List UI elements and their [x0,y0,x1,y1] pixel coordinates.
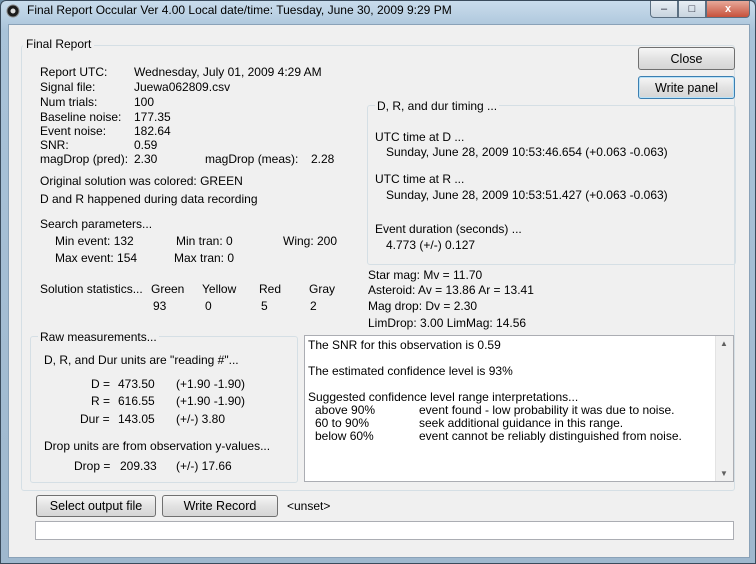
num-trials-value: 100 [134,95,155,109]
close-button-label: Close [670,51,703,66]
min-event-text: Min event: 132 [55,234,134,248]
signal-file-label: Signal file: [40,80,96,94]
memo-scrollbar[interactable]: ▲ ▼ [715,336,733,481]
client-area: Final Report Report UTC: Wednesday, July… [8,24,750,558]
magdrop-pred-value: 2.30 [134,152,158,166]
dr-happened-text: D and R happened during data recording [40,192,258,206]
stats-value-yellow: 0 [205,299,212,313]
memo-row1-range: above 90% [315,403,376,417]
raw-dur-label: Dur = [80,412,110,426]
raw-d-label: D = [91,377,111,391]
close-button[interactable]: Close [638,47,735,70]
stats-header-gray: Gray [309,282,336,296]
stats-value-green: 93 [153,299,167,313]
event-noise-label: Event noise: [40,124,107,138]
minimize-button[interactable]: – [650,1,678,18]
memo-row2-range: 60 to 90% [315,416,370,430]
memo-row3-range: below 60% [315,429,374,443]
raw-units-note: D, R, and Dur units are "reading #"... [44,353,239,367]
wing-text: Wing: 200 [283,234,338,248]
max-tran-text: Max tran: 0 [174,251,235,265]
solution-stats-label: Solution statistics... [40,282,143,296]
select-output-file-label: Select output file [49,499,143,513]
memo-row2-text: seek additional guidance in this range. [419,416,624,430]
memo-snr-line: The SNR for this observation is 0.59 [308,338,501,352]
output-file-text: <unset> [287,499,331,513]
write-panel-button-label: Write panel [655,80,718,95]
utc-r-value: Sunday, June 28, 2009 10:53:51.427 (+0.0… [386,188,668,202]
raw-title: Raw measurements... [38,330,159,344]
memo-suggested-line: Suggested confidence level range interpr… [308,390,579,404]
raw-dur-value: 143.05 [118,412,155,426]
maximize-icon: □ [688,3,696,15]
memo-row3-text: event cannot be reliably distinguished f… [419,429,682,443]
magdrop-pred-label: magDrop (pred): [40,152,129,166]
main-window: Final Report Occular Ver 4.00 Local date… [0,0,756,564]
snr-label: SNR: [40,138,69,152]
magdrop-meas-value: 2.28 [311,152,335,166]
memo-row1-text: event found - low probability it was due… [419,403,675,417]
report-utc-label: Report UTC: [40,65,108,79]
window-close-button[interactable]: x [706,1,750,18]
write-record-label: Write Record [183,499,257,513]
star-mag-text: Star mag: Mv = 11.70 [368,268,483,282]
solution-colored-text: Original solution was colored: GREEN [40,174,243,188]
title-bar[interactable]: Final Report Occular Ver 4.00 Local date… [1,1,755,21]
max-event-text: Max event: 154 [55,251,138,265]
utc-d-label: UTC time at D ... [375,130,465,144]
num-trials-label: Num trials: [40,95,98,109]
mag-drop-text: Mag drop: Dv = 2.30 [368,299,478,313]
signal-file-value: Juewa062809.csv [134,80,231,94]
stats-header-green: Green [151,282,185,296]
status-textbox[interactable] [35,521,734,540]
baseline-noise-value: 177.35 [134,110,171,124]
utc-r-label: UTC time at R ... [375,172,465,186]
report-utc-value: Wednesday, July 01, 2009 4:29 AM [134,65,322,79]
window-title: Final Report Occular Ver 4.00 Local date… [27,3,452,17]
minimize-icon: – [660,3,668,15]
magdrop-meas-label: magDrop (meas): [205,152,299,166]
scroll-up-icon[interactable]: ▲ [720,339,728,348]
raw-drop-label: Drop = [74,459,111,473]
select-output-file-button[interactable]: Select output file [36,495,156,517]
raw-d-value: 473.50 [118,377,155,391]
write-record-button[interactable]: Write Record [162,495,278,517]
timing-title: D, R, and dur timing ... [375,99,500,113]
duration-value: 4.773 (+/-) 0.127 [386,238,476,252]
stats-header-yellow: Yellow [202,282,237,296]
duration-label: Event duration (seconds) ... [375,222,522,236]
raw-dur-err: (+/-) 3.80 [176,412,226,426]
search-params-title: Search parameters... [40,217,153,231]
close-icon: x [724,3,732,15]
drop-note: Drop units are from observation y-values… [44,439,271,453]
raw-d-err: (+1.90 -1.90) [176,377,246,391]
final-report-group-label: Final Report [23,37,95,51]
write-panel-button[interactable]: Write panel [638,76,735,99]
stats-header-red: Red [259,282,282,296]
interpretation-memo[interactable]: The SNR for this observation is 0.59 The… [304,335,734,482]
memo-confidence-line: The estimated confidence level is 93% [308,364,513,378]
raw-drop-err: (+/-) 17.66 [176,459,232,473]
maximize-button[interactable]: □ [678,1,706,18]
snr-value: 0.59 [134,138,158,152]
asteroid-text: Asteroid: Av = 13.86 Ar = 13.41 [368,283,534,297]
stats-value-red: 5 [261,299,268,313]
raw-r-label: R = [91,394,111,408]
app-icon [6,4,20,18]
utc-d-value: Sunday, June 28, 2009 10:53:46.654 (+0.0… [386,145,668,159]
lim-drop-mag-text: LimDrop: 3.00 LimMag: 14.56 [368,316,527,330]
event-noise-value: 182.64 [134,124,171,138]
stats-value-gray: 2 [310,299,317,313]
raw-r-err: (+1.90 -1.90) [176,394,246,408]
raw-r-value: 616.55 [118,394,155,408]
raw-drop-value: 209.33 [120,459,157,473]
baseline-noise-label: Baseline noise: [40,110,122,124]
scroll-down-icon[interactable]: ▼ [720,469,728,478]
min-tran-text: Min tran: 0 [176,234,233,248]
